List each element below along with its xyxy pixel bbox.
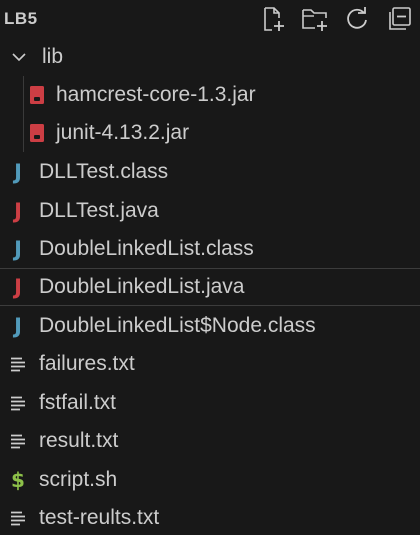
tree-item-file[interactable]: test-reults.txt — [0, 499, 420, 535]
tree-item-file[interactable]: J DLLTest.class — [0, 153, 420, 191]
java-class-icon: J — [14, 313, 22, 338]
tree-item-file[interactable]: fstfail.txt — [0, 384, 420, 422]
text-file-icon — [9, 510, 27, 526]
java-class-icon: J — [14, 236, 22, 261]
file-label: DoubleLinkedList.java — [39, 275, 245, 298]
text-file-icon — [9, 395, 27, 411]
file-label: result.txt — [39, 429, 119, 452]
explorer-actions — [258, 4, 414, 34]
new-file-button[interactable] — [258, 4, 288, 34]
tree-item-file[interactable]: J DoubleLinkedList$Node.class — [0, 307, 420, 345]
explorer-header[interactable]: LB5 — [0, 0, 420, 38]
collapse-all-icon — [389, 7, 411, 30]
collapse-all-button[interactable] — [384, 4, 414, 34]
file-label: junit-4.13.2.jar — [56, 121, 190, 144]
jar-icon — [28, 85, 46, 105]
file-label: failures.txt — [39, 352, 135, 375]
tree-item-file[interactable]: failures.txt — [0, 345, 420, 383]
file-label: fstfail.txt — [39, 391, 117, 414]
java-file-icon: J — [14, 274, 22, 299]
file-label: DoubleLinkedList$Node.class — [39, 314, 316, 337]
tree-item-file-active[interactable]: J DoubleLinkedList.java — [0, 268, 420, 306]
file-label: script.sh — [39, 468, 118, 491]
java-class-icon: J — [14, 159, 22, 184]
file-label: DoubleLinkedList.class — [39, 237, 254, 260]
refresh-button[interactable] — [342, 4, 372, 34]
text-file-icon — [9, 356, 27, 372]
tree-item-file[interactable]: result.txt — [0, 422, 420, 460]
refresh-icon — [347, 7, 367, 29]
chevron-down-icon — [8, 49, 30, 65]
tree-item-file[interactable]: J DLLTest.java — [0, 192, 420, 230]
file-label: DLLTest.java — [39, 199, 159, 222]
file-label: DLLTest.class — [39, 160, 169, 183]
folder-label: lib — [42, 45, 64, 68]
file-label: test-reults.txt — [39, 506, 160, 529]
file-label: hamcrest-core-1.3.jar — [56, 83, 256, 106]
new-file-icon — [264, 7, 284, 31]
tree-folder-lib[interactable]: lib — [0, 38, 420, 76]
explorer-title[interactable]: LB5 — [4, 9, 38, 29]
new-folder-icon — [302, 9, 327, 31]
text-file-icon — [9, 433, 27, 449]
tree-item-file[interactable]: J DoubleLinkedList.class — [0, 230, 420, 268]
file-explorer: LB5 lib hamcrest-core-1.3.jar junit-4.13… — [0, 0, 420, 535]
tree-item-jar[interactable]: junit-4.13.2.jar — [0, 114, 420, 152]
shell-script-icon: $ — [11, 468, 25, 492]
tree-item-jar[interactable]: hamcrest-core-1.3.jar — [0, 76, 420, 114]
java-file-icon: J — [14, 198, 22, 223]
tree-item-file[interactable]: $ script.sh — [0, 461, 420, 499]
jar-icon — [28, 123, 46, 143]
new-folder-button[interactable] — [300, 4, 330, 34]
